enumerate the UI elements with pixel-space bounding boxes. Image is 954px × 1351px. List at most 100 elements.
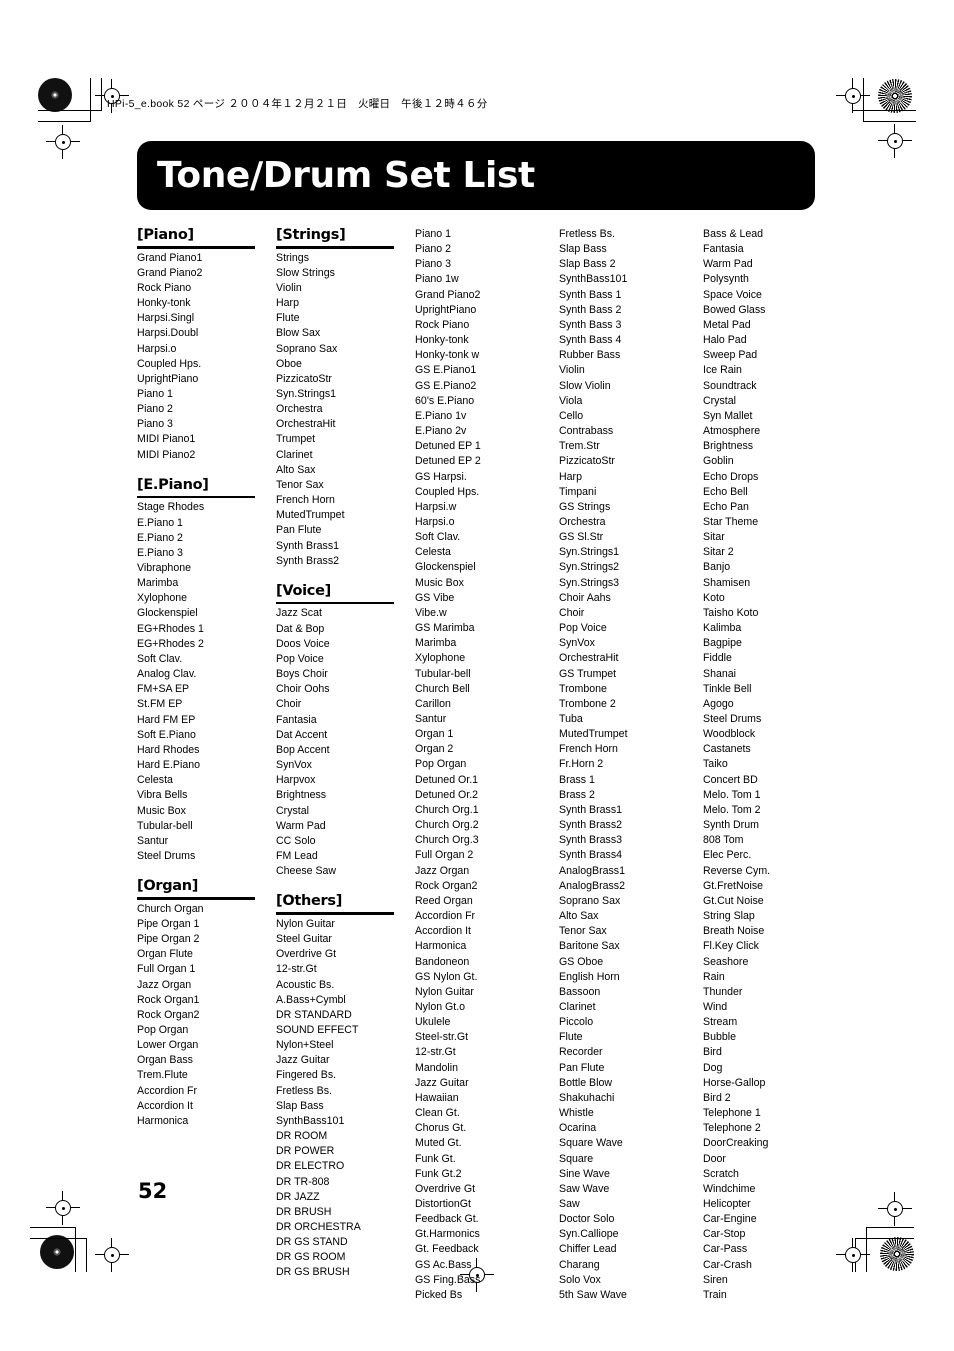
tone-list-item: OrchestraHit bbox=[276, 418, 336, 431]
tone-list-item: Celesta bbox=[415, 546, 451, 559]
tone-list-item: Solo Vox bbox=[559, 1273, 601, 1286]
tone-list-item: Banjo bbox=[703, 561, 731, 574]
tone-list-item: Detuned Or.1 bbox=[415, 773, 479, 786]
tone-column-4: Fretless Bs. Slap Bass Slap Bass 2 SynthBas… bbox=[559, 227, 703, 1303]
tone-list-item: Hard Rhodes bbox=[137, 743, 200, 756]
tone-group-rule bbox=[137, 246, 255, 249]
tone-list-item: Breath Noise bbox=[703, 925, 765, 938]
tone-list-item: Coupled Hps. bbox=[415, 485, 480, 498]
tone-list-item: Bird 2 bbox=[703, 1091, 731, 1104]
tone-list-item: Contrabass bbox=[559, 425, 614, 438]
tone-list-item: Synth Bass 1 bbox=[559, 288, 622, 301]
tone-list-item: Tinkle Bell bbox=[703, 682, 752, 695]
tone-list-item: Dat Accent bbox=[276, 728, 328, 741]
tone-list-item: Organ Flute bbox=[137, 948, 193, 961]
tone-list-item: Santur bbox=[415, 713, 447, 725]
tone-list-item: Cello bbox=[559, 409, 584, 422]
tone-list-item: Piano 3 bbox=[137, 418, 173, 431]
tone-list-item: Church Bell bbox=[415, 682, 470, 695]
tone-group: Piano 1 Piano 2 Piano 3 Piano 1w Grand Piano… bbox=[415, 227, 559, 1303]
print-burst-mark-top-right bbox=[878, 79, 912, 113]
page-number: 52 bbox=[138, 1179, 168, 1203]
tone-list-item: Soft Clav. bbox=[415, 531, 461, 544]
tone-list-item: GS Marimba bbox=[415, 622, 475, 635]
tone-list-item: GS Sl.Str bbox=[559, 531, 604, 544]
tone-list-item: Square Wave bbox=[559, 1137, 623, 1150]
tone-group: [Strings] Strings Slow Strings Violin Harp Fl… bbox=[276, 227, 415, 569]
tone-list-item: French Horn bbox=[276, 494, 335, 507]
tone-list-item: Jazz Organ bbox=[137, 978, 192, 991]
tone-list-columns: [Piano] Grand Piano1 Grand Piano2 Rock Pian… bbox=[137, 227, 847, 1303]
tone-list-item: MutedTrumpet bbox=[276, 509, 345, 522]
tone-list-item: Honky-tonk bbox=[137, 297, 191, 310]
tone-list: Piano 1 Piano 2 Piano 3 Piano 1w Grand Piano… bbox=[415, 227, 559, 1303]
tone-list-item: Bowed Glass bbox=[703, 303, 766, 316]
tone-list-item: Choir Oohs bbox=[276, 683, 330, 696]
tone-list-item: Stage Rhodes bbox=[137, 501, 205, 514]
tone-list-item: Polysynth bbox=[703, 273, 749, 286]
tone-group-rule bbox=[276, 912, 395, 915]
tone-list-item: Piano 3 bbox=[415, 258, 451, 271]
tone-list-item: Brass 2 bbox=[559, 788, 595, 801]
tone-list-item: Clarinet bbox=[559, 1000, 596, 1013]
tone-list-item: Tubular-bell bbox=[415, 667, 471, 680]
tone-list-item: Harpsi.o bbox=[137, 342, 177, 355]
tone-list-item: MutedTrumpet bbox=[559, 728, 628, 741]
tone-group-rule bbox=[137, 897, 255, 900]
tone-list-item: Vibra Bells bbox=[137, 789, 188, 802]
tone-list: Strings Slow Strings Violin Harp Flute Blow S… bbox=[276, 251, 415, 569]
tone-list-item: Rock Piano bbox=[415, 318, 470, 331]
tone-list-item: Violin bbox=[559, 364, 585, 377]
tone-list-item: Church Organ bbox=[137, 902, 204, 915]
tone-list-item: Sitar 2 bbox=[703, 546, 734, 559]
tone-list-item: Horse-Gallop bbox=[703, 1076, 766, 1089]
tone-list-item: Steel-str.Gt bbox=[415, 1031, 469, 1044]
tone-group-heading: [E.Piano] bbox=[137, 476, 209, 493]
tone-list-item: Saw Wave bbox=[559, 1182, 610, 1195]
tone-list-item: Detuned EP 2 bbox=[415, 455, 481, 468]
page-title: Tone/Drum Set List bbox=[157, 155, 535, 196]
tone-list-item: Trombone bbox=[559, 682, 607, 695]
tone-list-item: Shakuhachi bbox=[559, 1091, 615, 1104]
tone-list-item: Ice Rain bbox=[703, 364, 742, 377]
tone-list-item: DR GS STAND bbox=[276, 1236, 348, 1249]
tone-list-item: Crystal bbox=[703, 394, 736, 407]
tone-list-item: DR POWER bbox=[276, 1145, 335, 1158]
tone-list-item: A.Bass+Cymbl bbox=[276, 993, 346, 1006]
tone-list-item: Xylophone bbox=[415, 652, 466, 665]
tone-list-item: Concert BD bbox=[703, 773, 758, 786]
tone-list: Grand Piano1 Grand Piano2 Rock Piano Honky-… bbox=[137, 251, 276, 463]
tone-list-item: Sweep Pad bbox=[703, 349, 758, 362]
tone-list-item: Syn.Strings3 bbox=[559, 576, 620, 589]
tone-list-item: Crystal bbox=[276, 804, 309, 817]
tone-list-item: Jazz Guitar bbox=[415, 1076, 469, 1089]
tone-list-item: Synth Brass4 bbox=[559, 849, 623, 862]
tone-list-item: St.FM EP bbox=[137, 698, 183, 711]
print-burst-mark-bottom-left bbox=[40, 1235, 74, 1269]
tone-list-item: Analog Clav. bbox=[137, 668, 197, 681]
tone-list-item: Steel Drums bbox=[703, 713, 762, 725]
tone-list-item: Piano 1w bbox=[415, 273, 459, 286]
tone-list-item: GS Oboe bbox=[559, 955, 604, 968]
tone-list-item: E.Piano 2 bbox=[137, 531, 183, 544]
tone-list-item: Sitar bbox=[703, 531, 725, 544]
tone-list-item: Fretless Bs. bbox=[559, 228, 615, 240]
tone-list-item: Charang bbox=[559, 1258, 600, 1271]
tone-list-item: Rock Organ2 bbox=[415, 879, 478, 892]
tone-list-item: Rock Piano bbox=[137, 281, 192, 294]
tone-list-item: Rock Organ1 bbox=[137, 993, 200, 1006]
registration-mark-bottom-left bbox=[95, 1238, 129, 1272]
tone-list-item: Taisho Koto bbox=[703, 606, 759, 619]
tone-list-item: Steel Drums bbox=[137, 849, 196, 862]
trim-line-top-right-v1 bbox=[863, 78, 865, 122]
tone-list-item: Vibe.w bbox=[415, 606, 447, 619]
tone-list-item: UprightPiano bbox=[415, 303, 477, 316]
tone-list-item: Oboe bbox=[276, 357, 302, 370]
tone-list-item: Syn.Calliope bbox=[559, 1228, 619, 1241]
tone-list-item: Boys Choir bbox=[276, 668, 328, 681]
tone-list-item: Santur bbox=[137, 834, 169, 847]
tone-list-item: Harpsi.w bbox=[415, 500, 457, 513]
tone-list-item: Overdrive Gt bbox=[415, 1182, 476, 1195]
tone-list-item: Full Organ 2 bbox=[415, 849, 474, 862]
tone-list-item: MIDI Piano1 bbox=[137, 433, 196, 446]
